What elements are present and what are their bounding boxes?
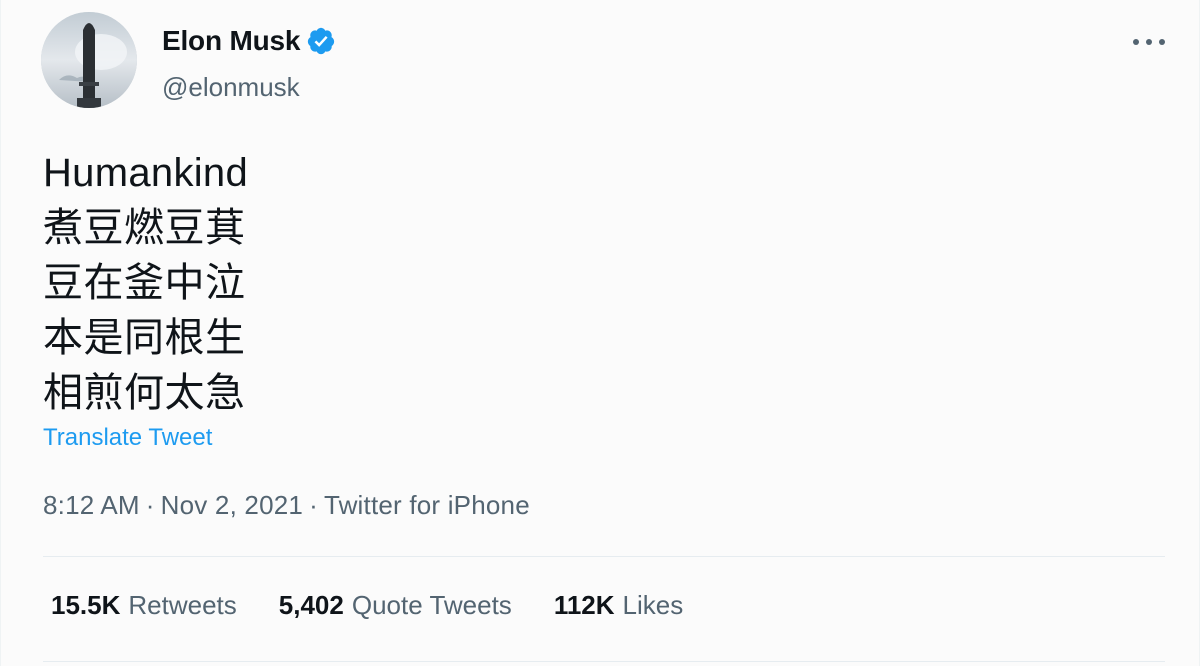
likes-stat[interactable]: 112K Likes [554,590,683,621]
meta-separator: · [145,490,155,520]
retweets-count: 15.5K [51,590,121,620]
likes-count: 112K [553,590,615,620]
quote-tweets-label: Quote Tweets [351,590,512,620]
divider [43,556,1165,557]
display-name-row: Elon Musk [162,24,336,58]
avatar[interactable] [41,12,137,108]
meta-separator: · [309,490,318,520]
tweet-card: Elon Musk @elonmusk Humankind 煮豆燃豆萁 豆在釜中… [0,0,1200,666]
tweet-date[interactable]: Nov 2, 2021 [161,490,303,520]
tweet-line: 豆在釜中泣 [43,261,246,305]
tweet-line: 本是同根生 [43,316,246,360]
more-options-icon[interactable] [1129,32,1169,52]
likes-label: Likes [622,590,684,620]
tweet-text: Humankind 煮豆燃豆萁 豆在釜中泣 本是同根生 相煎何太急 [43,146,248,421]
retweets-stat[interactable]: 15.5K Retweets [51,590,237,621]
verified-badge-icon [306,26,336,56]
translate-tweet-link[interactable]: Translate Tweet [43,424,212,452]
quote-tweets-count: 5,402 [278,590,344,620]
divider [43,661,1165,662]
tweet-line: 煮豆燃豆萁 [43,206,246,250]
quote-tweets-stat[interactable]: 5,402 Quote Tweets [279,590,512,621]
tweet-stats: 15.5K Retweets 5,402 Quote Tweets 112K L… [51,590,725,621]
more-dot [1146,39,1152,45]
tweet-line: Humankind [43,151,249,195]
tweet-time[interactable]: 8:12 AM [43,490,140,520]
tweet-source[interactable]: Twitter for iPhone [324,490,530,520]
tweet-header: Elon Musk @elonmusk [41,12,1169,112]
author-names: Elon Musk @elonmusk [162,24,336,103]
starship-image [41,12,137,108]
tweet-line: 相煎何太急 [43,371,246,415]
retweets-label: Retweets [128,590,237,620]
tweet-meta: 8:12 AM · Nov 2, 2021 · Twitter for iPhone [43,490,530,521]
more-dot [1133,39,1139,45]
more-dot [1159,39,1165,45]
display-name[interactable]: Elon Musk [162,25,300,57]
handle[interactable]: @elonmusk [162,72,336,103]
